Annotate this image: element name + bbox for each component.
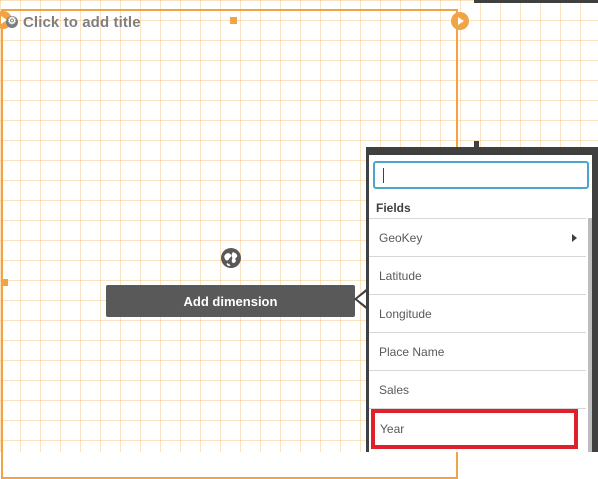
top-resize-handle[interactable] [230,17,237,24]
chart-title-area[interactable]: ⚙ Click to add title [6,12,141,32]
field-item-geokey[interactable]: GeoKey [369,219,586,257]
gear-icon: ⚙ [6,16,18,28]
field-item-sales[interactable]: Sales [369,371,586,409]
fields-header: Fields [376,201,411,215]
fields-list: GeoKey Latitude Longitude Place Name Sal… [369,218,586,452]
map-editing-canvas[interactable]: ⚙ Click to add title Add dimension Field… [0,0,598,479]
corner-triangle-icon [458,17,464,25]
field-item-label: Sales [379,382,410,397]
popover-pointer-fill [357,292,366,306]
left-resize-handle[interactable] [1,279,8,286]
top-right-corner-handle[interactable] [451,12,469,30]
top-toolbar-edge [474,0,598,3]
chevron-right-icon[interactable] [572,234,577,242]
field-item-label: Latitude [379,268,422,283]
field-item-label: Place Name [379,344,445,359]
add-dimension-button[interactable]: Add dimension [106,285,355,317]
fields-search-input[interactable] [373,161,589,189]
field-item-place-name[interactable]: Place Name [369,333,586,371]
field-item-label: GeoKey [379,230,423,245]
field-item-label: Longitude [379,306,432,321]
fields-scrollbar[interactable] [588,218,592,452]
field-item-label: Year [380,422,405,436]
fields-popover: Fields GeoKey Latitude Longitude Place N… [366,147,598,452]
chart-title-placeholder[interactable]: Click to add title [23,14,141,31]
field-item-latitude[interactable]: Latitude [369,257,586,295]
field-item-year[interactable]: Year [371,409,578,449]
field-item-longitude[interactable]: Longitude [369,295,586,333]
globe-icon [221,248,241,268]
